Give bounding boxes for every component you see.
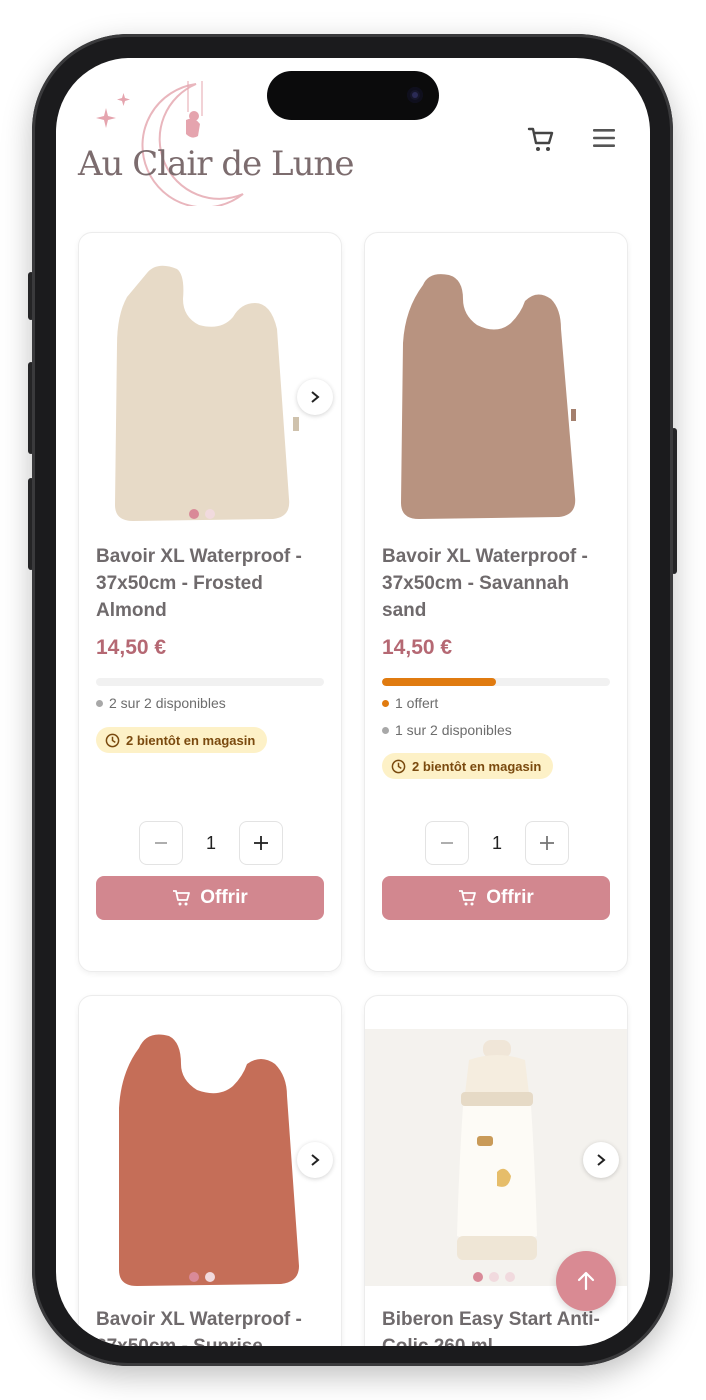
status-bullet <box>382 726 389 734</box>
minus-icon <box>441 842 453 844</box>
logo-text: Au Clair de Lune <box>78 144 355 184</box>
pagination-dot[interactable] <box>189 1272 199 1282</box>
plus-icon <box>254 836 268 850</box>
offered-status: 1 offert <box>382 695 438 711</box>
progress-bar <box>96 678 324 686</box>
offered-text: 1 offert <box>395 695 439 711</box>
availability-status: 2 sur 2 disponibles <box>96 695 226 711</box>
image-pagination <box>473 1272 515 1282</box>
pagination-dot[interactable] <box>205 509 215 519</box>
next-image-button[interactable] <box>297 1142 333 1178</box>
offrir-button[interactable]: Offrir <box>382 876 610 920</box>
decrease-quantity-button[interactable] <box>425 821 469 865</box>
cart-icon <box>173 890 191 906</box>
pagination-dot[interactable] <box>489 1272 499 1282</box>
product-image[interactable] <box>79 996 341 1286</box>
increase-quantity-button[interactable] <box>525 821 569 865</box>
front-camera <box>407 87 423 103</box>
product-card[interactable]: Bavoir XL Waterproof - 37x50cm - Sunrise <box>78 995 342 1346</box>
next-image-button[interactable] <box>583 1142 619 1178</box>
chevron-right-icon <box>311 391 320 403</box>
availability-text: 1 sur 2 disponibles <box>395 722 512 738</box>
product-title[interactable]: Bavoir XL Waterproof - 37x50cm - Sunrise <box>96 1306 328 1346</box>
plus-icon <box>540 836 554 850</box>
pagination-dot[interactable] <box>205 1272 215 1282</box>
quantity-value[interactable]: 1 <box>183 833 239 854</box>
status-bullet <box>96 699 103 707</box>
quantity-stepper: 1 <box>425 821 569 865</box>
scroll-to-top-button[interactable] <box>556 1251 616 1311</box>
product-title[interactable]: Bavoir XL Waterproof - 37x50cm - Savanna… <box>382 543 614 624</box>
product-image[interactable] <box>365 996 627 1286</box>
cart-icon[interactable] <box>526 124 556 154</box>
increase-quantity-button[interactable] <box>239 821 283 865</box>
offrir-label: Offrir <box>200 887 248 908</box>
product-image[interactable] <box>365 233 627 523</box>
dynamic-island <box>267 71 439 120</box>
pagination-dot[interactable] <box>189 509 199 519</box>
store-badge: 2 bientôt en magasin <box>382 753 554 779</box>
cart-icon <box>459 890 477 906</box>
chevron-right-icon <box>311 1154 320 1166</box>
badge-text: 2 bientôt en magasin <box>126 732 256 748</box>
hamburger-menu-icon[interactable] <box>592 126 616 150</box>
chevron-right-icon <box>597 1154 606 1166</box>
availability-status: 1 sur 2 disponibles <box>382 722 512 738</box>
clock-icon <box>391 759 406 773</box>
product-image[interactable] <box>79 233 341 523</box>
offrir-button[interactable]: Offrir <box>96 876 324 920</box>
decrease-quantity-button[interactable] <box>139 821 183 865</box>
image-pagination <box>189 1272 215 1282</box>
clock-icon <box>105 733 120 747</box>
pagination-dot[interactable] <box>505 1272 515 1282</box>
product-card[interactable]: Bavoir XL Waterproof - 37x50cm - Savanna… <box>364 232 628 972</box>
quantity-value[interactable]: 1 <box>469 833 525 854</box>
progress-bar <box>382 678 610 686</box>
screen: Au Clair de Lune Bavoir XL Waterproof - … <box>56 58 650 1346</box>
store-badge: 2 bientôt en magasin <box>96 727 268 753</box>
offrir-label: Offrir <box>486 887 534 908</box>
product-card[interactable]: Bavoir XL Waterproof - 37x50cm - Frosted… <box>78 232 342 972</box>
product-title[interactable]: Bavoir XL Waterproof - 37x50cm - Frosted… <box>96 543 328 624</box>
pagination-dot[interactable] <box>473 1272 483 1282</box>
badge-text: 2 bientôt en magasin <box>412 758 542 774</box>
minus-icon <box>155 842 167 844</box>
quantity-stepper: 1 <box>139 821 283 865</box>
product-price: 14,50 € <box>382 636 453 659</box>
product-title[interactable]: Biberon Easy Start Anti-Colic 260 ml <box>382 1306 614 1346</box>
image-pagination <box>189 509 215 519</box>
next-image-button[interactable] <box>297 379 333 415</box>
arrow-up-icon <box>577 1271 595 1291</box>
status-bullet <box>382 699 389 707</box>
availability-text: 2 sur 2 disponibles <box>109 695 226 711</box>
product-price: 14,50 € <box>96 636 167 659</box>
progress-fill <box>382 678 496 686</box>
